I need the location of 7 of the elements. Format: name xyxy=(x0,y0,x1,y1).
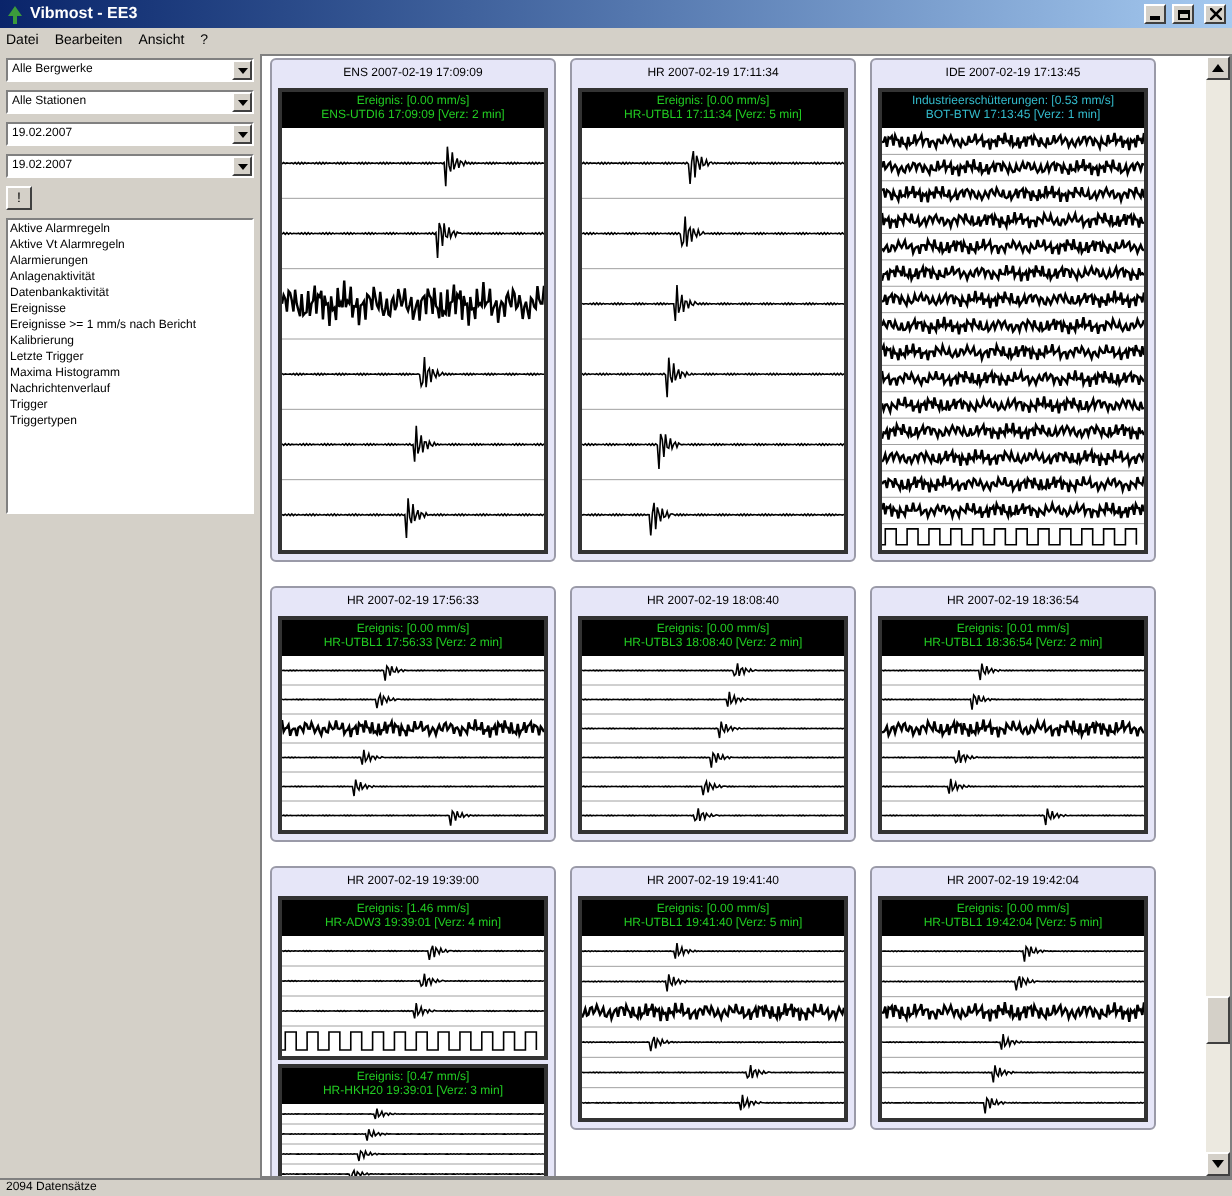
scroll-thumb[interactable] xyxy=(1206,996,1230,1044)
close-button[interactable] xyxy=(1204,4,1226,24)
maximize-button[interactable] xyxy=(1172,4,1194,24)
minimize-button[interactable] xyxy=(1144,4,1166,24)
app-icon xyxy=(6,5,24,23)
scrollbar[interactable] xyxy=(1206,56,1230,1176)
window-title: Vibmost - EE3 xyxy=(30,6,138,22)
